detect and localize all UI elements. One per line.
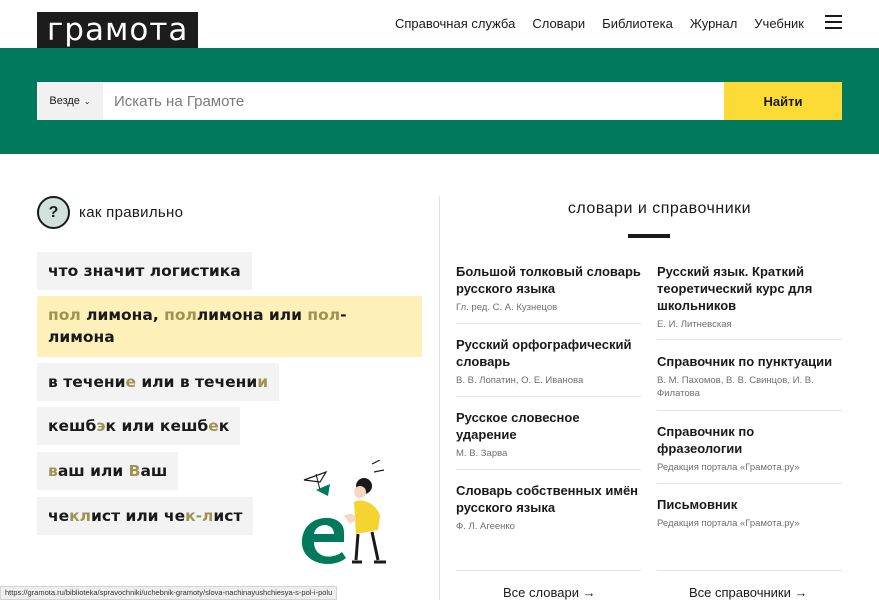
dictionary-author: Гл. ред. С. А. Кузнецов (456, 302, 558, 313)
divider (657, 570, 842, 571)
search-band: Везде ⌄ Найти (0, 48, 879, 154)
question-icon: ? (37, 196, 70, 229)
divider (657, 410, 842, 411)
all-dictionaries-link[interactable]: Все словари → (503, 585, 596, 600)
dictionary-name: Словарь собственных имён русского языка (456, 483, 639, 515)
reference-card[interactable]: Русский язык. Краткий теоретический курс… (657, 263, 842, 331)
reference-card[interactable]: Справочник по пунктуации В. М. Пахомов, … (657, 353, 842, 400)
divider (456, 469, 641, 470)
reference-card[interactable]: Справочник по фразеологии Редакция порта… (657, 423, 842, 474)
reference-author: Редакция портала «Грамота.ру» (657, 462, 800, 473)
search-input[interactable] (103, 82, 724, 120)
column-divider (439, 196, 440, 600)
dictionary-card[interactable]: Русское словесное ударение М. В. Зарва (456, 409, 641, 460)
reference-name: Русский язык. Краткий теоретический курс… (657, 264, 813, 313)
search-bar: Везде ⌄ Найти (37, 82, 842, 120)
search-scope-label: Везде (49, 95, 80, 107)
reference-card[interactable]: Письмовник Редакция портала «Грамота.ру» (657, 496, 842, 530)
how-correct-header: ? как правильно (37, 196, 183, 229)
dictionary-card[interactable]: Словарь собственных имён русского языка … (456, 482, 641, 533)
how-item[interactable]: что значит логистика (37, 252, 252, 290)
reference-author: Редакция портала «Грамота.ру» (657, 518, 800, 529)
dictionary-card[interactable]: Русский орфографический словарь В. В. Ло… (456, 336, 641, 387)
dictionary-author: В. В. Лопатин, О. Е. Иванова (456, 375, 584, 386)
menu-icon[interactable] (825, 15, 842, 29)
how-item[interactable]: пол лимона, поллимона или пол-лимона (37, 296, 422, 357)
dictionary-name: Большой толковый словарь русского языка (456, 264, 641, 296)
reference-name: Справочник по пунктуации (657, 354, 833, 369)
all-references-link[interactable]: Все справочники → (689, 585, 808, 600)
dictionaries-title: словари и справочники (567, 200, 752, 217)
how-item[interactable]: в течение или в течении (37, 363, 280, 401)
search-button[interactable]: Найти (724, 82, 842, 120)
how-item-text: кешбэк или кешбек (48, 417, 230, 435)
reference-author: Е. И. Литневская (657, 319, 732, 330)
dictionary-author: М. В. Зарва (456, 448, 508, 459)
divider (657, 483, 842, 484)
search-scope-select[interactable]: Везде ⌄ (37, 82, 103, 120)
nav-journal[interactable]: Журнал (690, 14, 737, 34)
nav-dictionaries[interactable]: Словари (532, 14, 585, 34)
how-item-text: чеклист или чек-лист (48, 507, 243, 525)
letter-e-illustration (301, 460, 386, 564)
divider (456, 323, 641, 324)
reference-name: Письмовник (657, 497, 738, 512)
how-item-text: в течение или в течении (48, 373, 269, 391)
nav-library[interactable]: Библиотека (602, 14, 673, 34)
how-item[interactable]: ваш или Ваш (37, 452, 179, 490)
divider (657, 339, 842, 340)
chevron-down-icon: ⌄ (83, 96, 91, 106)
dictionary-name: Русское словесное ударение (456, 410, 580, 442)
dictionary-name: Русский орфографический словарь (456, 337, 632, 369)
how-item[interactable]: кешбэк или кешбек (37, 407, 241, 445)
dictionary-card[interactable]: Большой толковый словарь русского языка … (456, 263, 641, 314)
reference-author: В. М. Пахомов, В. В. Свинцов, И. В. Фила… (657, 375, 814, 399)
divider (456, 396, 641, 397)
how-item-text: ваш или Ваш (48, 462, 168, 480)
reference-name: Справочник по фразеологии (657, 424, 755, 456)
how-correct-title: как правильно (79, 204, 184, 221)
nav-help-desk[interactable]: Справочная служба (395, 14, 515, 34)
status-bar-url: https://gramota.ru/biblioteka/spravochni… (0, 586, 338, 600)
site-logo[interactable]: грамота (37, 12, 199, 48)
dictionary-author: Ф. Л. Агеенко (456, 521, 515, 532)
how-item-text: пол лимона, поллимона или пол-лимона (48, 306, 347, 346)
site-header: грамота Справочная служба Словари Библио… (0, 0, 879, 48)
divider (456, 570, 641, 571)
title-underline (628, 234, 670, 238)
how-item-text: что значит логистика (48, 262, 241, 280)
nav-textbook[interactable]: Учебник (754, 14, 804, 34)
main-nav: Справочная служба Словари Библиотека Жур… (378, 14, 804, 34)
how-item[interactable]: чеклист или чек-лист (37, 497, 254, 535)
